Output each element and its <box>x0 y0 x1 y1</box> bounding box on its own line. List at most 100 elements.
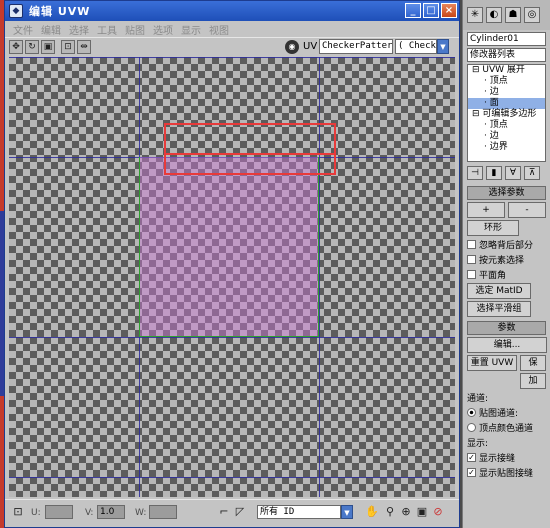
load-row: 加 <box>467 373 546 389</box>
close-button[interactable]: × <box>441 3 457 18</box>
show-seams-checkbox[interactable]: ✓ <box>467 453 476 462</box>
id-filter-select[interactable]: 所有 ID <box>257 505 341 519</box>
remove-modifier-icon[interactable]: ⊼ <box>524 166 540 180</box>
selected-edge-highlight <box>164 153 336 175</box>
stack-item[interactable]: · 边 <box>468 87 545 98</box>
show-map-seams-row[interactable]: ✓ 显示贴图接缝 <box>467 466 546 479</box>
pan-hand-icon[interactable]: ✋ <box>365 505 379 519</box>
show-map-seams-checkbox[interactable]: ✓ <box>467 468 476 477</box>
parameters-header[interactable]: 参数 <box>467 321 546 335</box>
v-label: V: <box>85 508 94 518</box>
snap-icon[interactable]: ⌐ <box>217 505 231 519</box>
uvw-toolbar: ✥ ↻ ▣ ⊡ ⇹ ◉ UV CheckerPattern ( Checke ▼ <box>5 37 459 55</box>
ring-button[interactable]: 环形 <box>467 220 519 236</box>
selection-params-header[interactable]: 选择参数 <box>467 186 546 200</box>
menu-display[interactable]: 显示 <box>177 22 205 37</box>
motion-tab-icon[interactable]: ◎ <box>524 7 540 23</box>
ring-row: 环形 <box>467 220 546 236</box>
channel-group-label: 通道: <box>467 394 489 404</box>
grid-line <box>9 477 455 478</box>
edit-row: 编辑... <box>467 337 547 353</box>
freeform-tool-icon[interactable]: ⊡ <box>61 40 75 54</box>
show-end-result-icon[interactable]: ▮ <box>486 166 502 180</box>
map-channel-label: 贴图通道: <box>479 409 519 419</box>
save-button[interactable]: 保 <box>520 355 546 371</box>
mirror-tool-icon[interactable]: ⇹ <box>77 40 91 54</box>
grid-line <box>9 57 455 58</box>
id-filter-arrow-icon[interactable]: ▼ <box>341 505 353 519</box>
menu-bar: 文件 编辑 选择 工具 贴图 选项 显示 视图 <box>5 21 459 37</box>
reset-uvw-button[interactable]: 重置 UVW <box>467 355 517 371</box>
zoom-region-icon[interactable]: ⊕ <box>399 505 413 519</box>
shrink-button[interactable]: - <box>508 202 546 218</box>
stack-item[interactable]: · 顶点 <box>468 120 545 131</box>
hierarchy-tab-icon[interactable]: ☗ <box>505 7 521 23</box>
w-spinner[interactable] <box>149 505 177 519</box>
select-by-element-row[interactable]: 按元素选择 <box>467 253 546 266</box>
filter-icon[interactable]: ⊘ <box>431 505 445 519</box>
lock-icon[interactable]: ⊡ <box>11 505 25 519</box>
map-select-arrow-icon[interactable]: ▼ <box>437 39 449 54</box>
uv-viewport[interactable] <box>9 57 455 497</box>
vertex-color-radio[interactable] <box>467 423 476 432</box>
menu-view[interactable]: 视图 <box>205 22 233 37</box>
select-by-element-checkbox[interactable] <box>467 255 476 264</box>
vertex-color-label: 顶点颜色通道 <box>479 424 534 434</box>
select-by-element-label: 按元素选择 <box>479 256 525 266</box>
align-icon[interactable]: ◸ <box>233 505 247 519</box>
texture-map-icon[interactable]: ◉ <box>285 40 299 54</box>
move-tool-icon[interactable]: ✥ <box>9 40 23 54</box>
menu-edit[interactable]: 编辑 <box>37 22 65 37</box>
zoom-extents-icon[interactable]: ▣ <box>415 505 429 519</box>
make-unique-icon[interactable]: ∀ <box>505 166 521 180</box>
menu-options[interactable]: 选项 <box>149 22 177 37</box>
title-bar[interactable]: ◆ 编辑 UVW _ □ × <box>5 1 459 21</box>
stack-item[interactable]: · 边 <box>468 131 545 142</box>
map-select[interactable]: ( Checke <box>395 39 437 54</box>
menu-select[interactable]: 选择 <box>65 22 93 37</box>
create-tab-icon[interactable]: ✳ <box>467 7 483 23</box>
edit-button[interactable]: 编辑... <box>467 337 547 353</box>
stack-item-selected[interactable]: · 面 <box>468 98 545 109</box>
maximize-button[interactable]: □ <box>423 3 439 18</box>
stack-item[interactable]: · 顶点 <box>468 76 545 87</box>
w-label: W: <box>135 508 147 518</box>
scale-tool-icon[interactable]: ▣ <box>41 40 55 54</box>
object-name-field[interactable]: Cylinder01 <box>467 32 546 46</box>
u-label: U: <box>31 508 41 518</box>
map-channel-radio[interactable] <box>467 408 476 417</box>
menu-tools[interactable]: 工具 <box>93 22 121 37</box>
stack-item[interactable]: ⊟ 可编辑多边形 <box>468 109 545 120</box>
grow-button[interactable]: + <box>467 202 505 218</box>
uv-face-selection[interactable] <box>139 157 319 337</box>
select-matid-button[interactable]: 选定 MatID <box>467 283 531 299</box>
smoothing-row: 选择平滑组 <box>467 301 546 317</box>
select-smoothing-button[interactable]: 选择平滑组 <box>467 301 531 317</box>
modifier-list-select[interactable]: 修改器列表 <box>467 48 546 62</box>
modify-tab-icon[interactable]: ◐ <box>486 7 502 23</box>
modifier-stack[interactable]: ⊟ UVW 展开 · 顶点 · 边 · 面 ⊟ 可编辑多边形 · 顶点 · 边 … <box>467 64 546 162</box>
texture-select[interactable]: CheckerPattern <box>319 39 393 54</box>
display-group-label: 显示: <box>467 439 489 449</box>
show-map-seams-label: 显示贴图接缝 <box>479 469 534 479</box>
planar-angle-row[interactable]: 平面角 <box>467 268 546 281</box>
vertex-color-row[interactable]: 顶点颜色通道 <box>467 421 546 434</box>
v-spinner[interactable]: 1.0 <box>97 505 125 519</box>
rotate-tool-icon[interactable]: ↻ <box>25 40 39 54</box>
menu-file[interactable]: 文件 <box>9 22 37 37</box>
ignore-backfacing-checkbox[interactable] <box>467 240 476 249</box>
zoom-icon[interactable]: ⚲ <box>383 505 397 519</box>
load-button[interactable]: 加 <box>520 373 546 389</box>
show-seams-row[interactable]: ✓ 显示接缝 <box>467 451 546 464</box>
stack-item[interactable]: · 边界 <box>468 142 545 153</box>
pin-stack-icon[interactable]: ⊣ <box>467 166 483 180</box>
uv-axis-label: UV <box>303 41 318 52</box>
ignore-backfacing-row[interactable]: 忽略背后部分 <box>467 238 546 251</box>
minimize-button[interactable]: _ <box>405 3 421 18</box>
u-spinner[interactable] <box>45 505 73 519</box>
stack-item[interactable]: ⊟ UVW 展开 <box>468 65 545 76</box>
map-channel-row[interactable]: 贴图通道: <box>467 406 546 419</box>
edit-uvw-window: ◆ 编辑 UVW _ □ × 文件 编辑 选择 工具 贴图 选项 显示 视图 ✥… <box>4 0 460 528</box>
planar-angle-checkbox[interactable] <box>467 270 476 279</box>
menu-mapping[interactable]: 贴图 <box>121 22 149 37</box>
